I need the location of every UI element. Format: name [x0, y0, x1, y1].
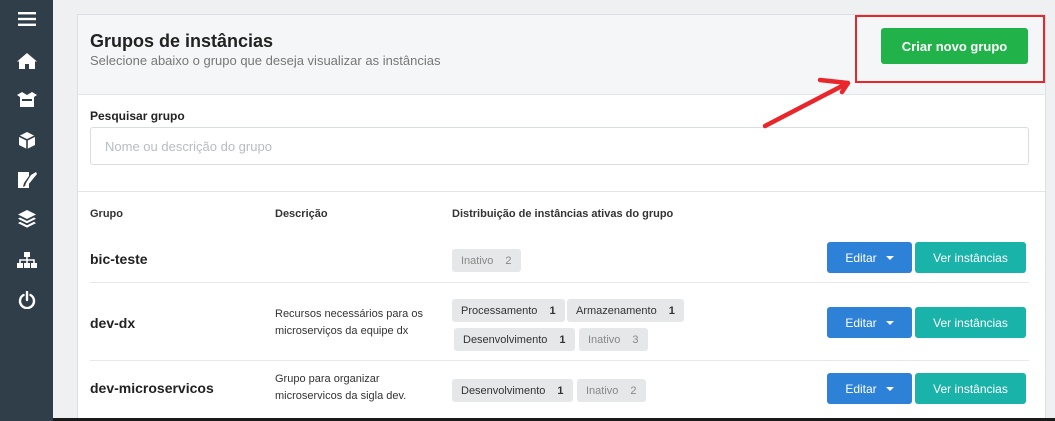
page-subtitle: Selecione abaixo o grupo que deseja visu… [90, 53, 441, 68]
view-instances-button[interactable]: Ver instâncias [915, 307, 1026, 338]
edit-document-icon [16, 170, 38, 190]
edit-button-label: Editar [845, 250, 877, 265]
menu-icon [17, 11, 36, 27]
sidebar-item-reports[interactable] [0, 164, 53, 196]
tag-label: Inativo [586, 384, 619, 397]
sidebar-item-layers[interactable] [0, 203, 53, 235]
sidebar-item-logout[interactable] [0, 284, 53, 316]
tag-count: 1 [549, 304, 556, 317]
column-header-description: Descrição [275, 208, 328, 220]
search-label: Pesquisar grupo [90, 109, 185, 123]
status-badge: Armazenamento 1 [567, 299, 684, 322]
search-input[interactable] [90, 127, 1029, 165]
caret-down-icon [885, 255, 894, 260]
divider [78, 191, 1045, 192]
tag-count: 1 [668, 304, 675, 317]
status-badge: Desenvolvimento 1 [452, 379, 573, 402]
tag-count: 1 [557, 384, 564, 397]
group-name: dev-dx [90, 315, 136, 331]
sidebar-item-instances[interactable] [0, 124, 53, 156]
sitemap-icon [16, 251, 38, 269]
edit-button-label: Editar [845, 315, 877, 330]
menu-toggle-button[interactable] [0, 3, 53, 35]
column-header-group: Grupo [90, 208, 123, 220]
row-divider [90, 360, 1029, 361]
status-badge: Desenvolvimento 1 [454, 328, 575, 351]
group-name: bic-teste [90, 251, 148, 267]
edit-group-button[interactable]: Editar [827, 307, 912, 338]
status-badge: Inativo 3 [579, 328, 648, 351]
view-instances-button[interactable]: Ver instâncias [915, 373, 1026, 404]
annotation-arrow-icon [762, 77, 851, 129]
tag-label: Desenvolvimento [463, 333, 548, 346]
layers-icon [17, 209, 37, 229]
edit-group-button[interactable]: Editar [827, 373, 912, 404]
home-icon [16, 52, 38, 70]
tag-label: Processamento [461, 304, 538, 317]
sidebar [0, 0, 53, 421]
tag-label: Inativo [588, 333, 621, 346]
page-title: Grupos de instâncias [90, 31, 274, 51]
column-header-distribution: Distribuição de instâncias ativas do gru… [452, 208, 674, 220]
caret-down-icon [885, 320, 894, 325]
edit-button-label: Editar [845, 381, 877, 396]
status-badge: Inativo 2 [452, 249, 521, 272]
caret-down-icon [885, 386, 894, 391]
tag-count: 1 [559, 333, 566, 346]
group-name: dev-microservicos [90, 380, 214, 396]
annotation-highlight-box [855, 15, 1045, 83]
status-badge: Inativo 2 [577, 379, 646, 402]
row-divider [90, 282, 1029, 283]
status-badge: Processamento 1 [452, 299, 565, 322]
cube-icon [18, 131, 36, 150]
edit-group-button[interactable]: Editar [827, 242, 912, 273]
sidebar-item-packages[interactable] [0, 84, 53, 116]
tag-label: Desenvolvimento [461, 384, 546, 397]
group-description: Recursos necessários para os microserviç… [275, 308, 423, 337]
view-instances-button[interactable]: Ver instâncias [915, 242, 1026, 273]
power-icon [18, 291, 36, 309]
sidebar-item-home[interactable] [0, 45, 53, 77]
sidebar-item-network[interactable] [0, 244, 53, 276]
tag-count: 2 [630, 384, 637, 397]
package-open-icon [16, 91, 38, 109]
tag-count: 2 [505, 254, 512, 267]
tag-label: Inativo [461, 254, 494, 267]
group-description: Grupo para organizar microservicos da si… [275, 373, 407, 402]
tag-count: 3 [632, 333, 639, 346]
tag-label: Armazenamento [576, 304, 657, 317]
